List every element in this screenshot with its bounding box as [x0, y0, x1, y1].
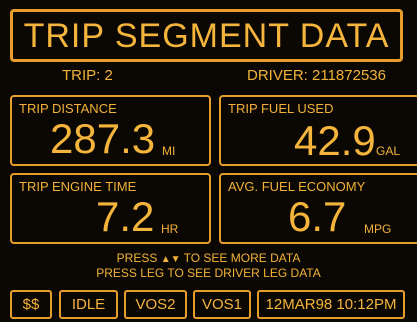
title-box: TRIP SEGMENT DATA	[10, 9, 403, 62]
trip-fuel-used-panel: TRIP FUEL USED 42.9 GAL	[219, 95, 417, 166]
panel-unit: MPG	[364, 222, 392, 236]
panel-unit: MI	[162, 144, 176, 158]
arrow-up-icon: ▲	[160, 254, 171, 265]
panel-value: 6.7	[288, 193, 347, 240]
panel-value: 42.9	[294, 117, 376, 164]
softkey-vos2[interactable]: VOS2	[124, 290, 187, 319]
screen-title: TRIP SEGMENT DATA	[23, 16, 390, 55]
trip-engine-time-panel: TRIP ENGINE TIME 7.2 HR	[10, 173, 211, 244]
date-time-display: 12MAR98 10:12PM	[257, 290, 405, 319]
leg-data-prompt: PRESS LEG TO SEE DRIVER LEG DATA	[96, 266, 321, 280]
panel-label: TRIP FUEL USED	[228, 101, 334, 116]
panel-label: TRIP ENGINE TIME	[19, 179, 137, 194]
trip-distance-panel: TRIP DISTANCE 287.3 MI	[10, 95, 211, 166]
softkey-vos1[interactable]: VOS1	[193, 290, 251, 319]
prompt-press-text: PRESS	[116, 251, 158, 265]
avg-fuel-economy-panel: AVG. FUEL ECONOMY 6.7 MPG	[219, 173, 417, 244]
trip-number: TRIP: 2	[62, 67, 113, 84]
more-data-prompt: PRESS ▲▼ TO SEE MORE DATA	[0, 251, 417, 265]
panel-label: AVG. FUEL ECONOMY	[228, 179, 366, 194]
panel-value: 287.3	[50, 115, 156, 162]
panel-unit: GAL	[376, 144, 401, 158]
softkey-idle[interactable]: IDLE	[59, 290, 118, 319]
panel-value: 7.2	[96, 193, 155, 240]
panel-unit: HR	[161, 222, 179, 236]
panel-label: TRIP DISTANCE	[19, 101, 117, 116]
driver-id: DRIVER: 211872536	[247, 67, 386, 84]
softkey-dollars[interactable]: $$	[10, 290, 52, 319]
trip-segment-screen: TRIP SEGMENT DATA TRIP: 2 DRIVER: 211872…	[0, 0, 417, 322]
prompt-more-data-text: TO SEE MORE DATA	[183, 251, 301, 265]
arrow-down-icon: ▼	[170, 254, 181, 265]
